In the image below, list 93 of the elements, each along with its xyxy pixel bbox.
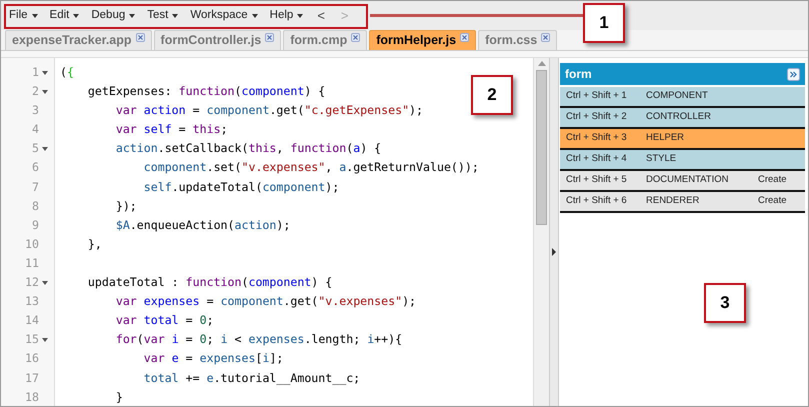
component-label: HELPER xyxy=(646,131,686,146)
expand-arrow-icon[interactable] xyxy=(552,248,556,256)
file-tab[interactable]: form.css xyxy=(478,30,558,50)
code-line: var total = 0; xyxy=(114,313,214,328)
shortcut-label: Ctrl + Shift + 2 xyxy=(566,110,628,124)
line-number: 1 xyxy=(32,64,39,81)
line-number: 14 xyxy=(25,312,39,330)
code-line: var e = expenses[i]; xyxy=(142,351,284,366)
menu-item[interactable]: Workspace xyxy=(190,6,258,24)
fold-arrow-icon[interactable] xyxy=(42,90,48,94)
menu-item[interactable]: Debug xyxy=(91,6,136,24)
line-number: 9 xyxy=(32,216,39,234)
close-icon[interactable] xyxy=(460,33,470,42)
menu-item[interactable]: Test xyxy=(147,6,178,24)
line-number: 3 xyxy=(32,102,39,120)
caret-icon xyxy=(252,14,258,18)
shortcut-label: Ctrl + Shift + 3 xyxy=(566,131,628,146)
file-tab[interactable]: formController.js xyxy=(154,30,282,50)
menu-item[interactable]: Help xyxy=(270,6,304,24)
shortcut-label: Ctrl + Shift + 4 xyxy=(566,152,628,166)
code-line: $A.enqueueAction(action); xyxy=(114,218,290,232)
fold-arrow-icon[interactable] xyxy=(42,280,48,285)
caret-icon xyxy=(73,14,80,18)
shortcut-label: Ctrl + Shift + 5 xyxy=(566,173,628,188)
close-icon[interactable] xyxy=(136,33,145,42)
code-line: ({ xyxy=(60,65,74,79)
code-line: updateTotal : function(component) { xyxy=(86,275,332,290)
code-line: action.setCallback(this, function(a) { xyxy=(114,141,382,156)
callout-number: 3 xyxy=(704,283,746,323)
code-line: }, xyxy=(86,236,102,251)
fold-arrow-icon[interactable] xyxy=(42,338,48,342)
scrollbar[interactable] xyxy=(533,58,549,406)
line-number: 13 xyxy=(25,293,39,310)
code-line: var expenses = component.get("v.expenses"); xyxy=(114,294,416,308)
code-line: for(var i = 0; i < expenses.length; i++){ xyxy=(114,332,402,346)
shortcut-label: Ctrl + Shift + 6 xyxy=(566,194,628,208)
code-line: self.updateTotal(component); xyxy=(142,180,340,194)
component-row[interactable]: Ctrl + Shift + 2 CONTROLLER xyxy=(560,108,805,129)
line-number: 15 xyxy=(25,331,39,348)
close-icon[interactable] xyxy=(265,33,274,42)
shortcut-label: Ctrl + Shift + 1 xyxy=(566,89,628,104)
code-line: } xyxy=(114,390,123,404)
component-row[interactable]: Ctrl + Shift + 6 RENDERER Create xyxy=(560,192,805,213)
collapse-icon[interactable] xyxy=(787,68,800,80)
scrollbar-thumb[interactable] xyxy=(536,70,547,225)
close-icon[interactable] xyxy=(541,33,550,42)
component-label: RENDERER xyxy=(646,194,700,208)
scroll-up-icon[interactable] xyxy=(538,61,546,66)
callout-number: 2 xyxy=(471,75,513,115)
component-row[interactable]: Ctrl + Shift + 4 STYLE xyxy=(560,150,805,171)
file-tab[interactable]: expenseTracker.app xyxy=(5,30,152,50)
component-row[interactable]: Ctrl + Shift + 3 HELPER xyxy=(560,129,805,150)
component-row[interactable]: Ctrl + Shift + 1 COMPONENT xyxy=(560,87,805,108)
code-line: getExpenses: function(component) { xyxy=(86,84,326,98)
line-number: 10 xyxy=(25,236,39,253)
line-number: 6 xyxy=(32,159,39,176)
nav-button[interactable]: < xyxy=(315,6,327,26)
line-number: 5 xyxy=(32,140,39,158)
panel-title: form xyxy=(565,66,592,83)
code-line: total += e.tutorial__Amount__c; xyxy=(142,370,360,384)
create-link[interactable]: Create xyxy=(758,173,787,188)
line-number: 7 xyxy=(32,178,39,196)
component-row[interactable]: Ctrl + Shift + 5 DOCUMENTATION Create xyxy=(560,171,805,192)
line-number: 17 xyxy=(25,370,39,386)
file-tab[interactable]: formHelper.js xyxy=(369,30,476,50)
code-editor[interactable] xyxy=(1,58,550,406)
line-number: 16 xyxy=(25,350,39,368)
line-number: 11 xyxy=(25,254,39,272)
component-label: COMPONENT xyxy=(646,89,709,104)
code-line: var action = component.get("c.getExpenses"); xyxy=(114,103,424,118)
line-number: 8 xyxy=(32,198,39,215)
code-line: var self = this; xyxy=(114,122,228,136)
line-number: 4 xyxy=(32,121,39,138)
fold-arrow-icon[interactable] xyxy=(42,146,48,151)
component-label: DOCUMENTATION xyxy=(646,173,730,188)
close-icon[interactable] xyxy=(351,33,360,42)
file-tab[interactable]: form.cmp xyxy=(283,30,368,50)
line-number: 2 xyxy=(32,83,39,100)
code-line: }); xyxy=(114,198,137,213)
menu-item[interactable]: File xyxy=(9,6,38,24)
line-number: 12 xyxy=(25,274,39,292)
callout-number: 1 xyxy=(583,3,625,43)
caret-icon xyxy=(172,14,178,18)
component-label: STYLE xyxy=(646,152,678,166)
caret-icon xyxy=(129,14,136,18)
component-label: CONTROLLER xyxy=(646,110,712,124)
create-link[interactable]: Create xyxy=(758,194,787,209)
line-number: 18 xyxy=(25,388,39,406)
code-line: component.set("v.expenses", a.getReturnValue()); xyxy=(142,160,479,174)
menu-item[interactable]: Edit xyxy=(50,6,80,24)
caret-icon xyxy=(32,14,38,18)
fold-arrow-icon[interactable] xyxy=(42,70,48,75)
caret-icon xyxy=(297,14,304,18)
